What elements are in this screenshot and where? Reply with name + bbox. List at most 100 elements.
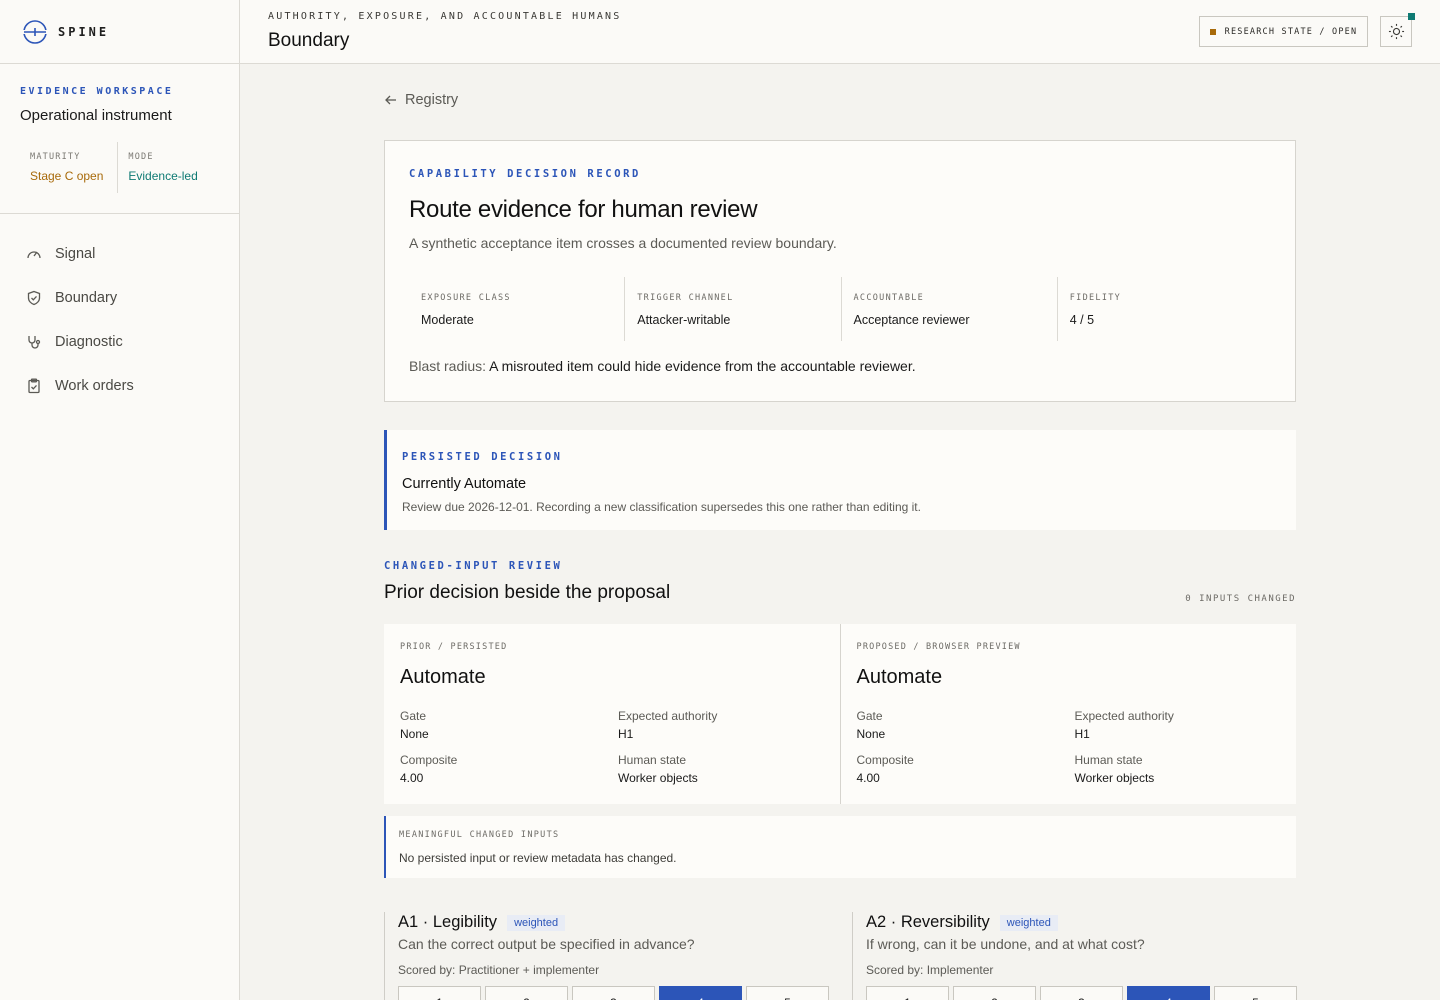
sidebar: SPINE EVIDENCE WORKSPACE Operational ins…	[0, 0, 240, 1000]
back-to-registry-link[interactable]: Registry	[384, 92, 458, 108]
prior-title: Automate	[400, 666, 486, 688]
persisted-title: Currently Automate	[402, 476, 527, 492]
blast-radius: Blast radius: A misrouted item could hid…	[409, 358, 916, 374]
fact-value: Moderate	[421, 313, 474, 327]
fact-value: 4 / 5	[1069, 313, 1095, 327]
notification-dot	[1408, 13, 1415, 20]
record-subtitle: A synthetic acceptance item crosses a do…	[409, 235, 837, 251]
fact-value: Acceptance reviewer	[853, 313, 970, 327]
fact-label: FIDELITY	[1069, 293, 1122, 303]
inputs-changed-count: 0 INPUTS CHANGED	[1185, 594, 1296, 604]
clipboard-check-icon	[28, 378, 40, 394]
state-indicator-icon	[1209, 28, 1216, 35]
blast-radius-text: A misrouted item could hide evidence fro…	[489, 358, 916, 374]
persisted-note: Review due 2026-12-01. Recording a new c…	[402, 500, 921, 514]
criterion-header: A1 · Legibility weighted	[398, 913, 566, 932]
score-option-5[interactable]: 5	[1214, 986, 1297, 1000]
sidebar-item-boundary[interactable]: Boundary	[0, 276, 239, 320]
weighted-badge: weighted	[999, 914, 1058, 931]
weighted-badge: weighted	[507, 914, 566, 931]
sidebar-item-work-orders[interactable]: Work orders	[0, 364, 239, 408]
score-options: 1 2 3 4 5	[398, 986, 829, 1000]
field-label: Expected authority	[1074, 709, 1174, 723]
prior-fields: Gate None Expected authority H1 Composit…	[400, 709, 824, 785]
field-value: 4.00	[400, 771, 424, 785]
sidebar-item-label: Work orders	[55, 378, 134, 394]
theme-toggle-button[interactable]	[1380, 16, 1412, 47]
field-value: H1	[618, 727, 634, 741]
proposed-decision-column: PROPOSED / BROWSER PREVIEW Automate Gate…	[839, 624, 1297, 804]
field-value: None	[400, 727, 429, 741]
score-option-3[interactable]: 3	[1040, 986, 1123, 1000]
sidebar-item-diagnostic[interactable]: Diagnostic	[0, 320, 239, 364]
fact-accountable: ACCOUNTABLE Acceptance reviewer	[840, 277, 1057, 341]
field-label: Gate	[400, 709, 427, 723]
score-option-5[interactable]: 5	[746, 986, 829, 1000]
proposed-human-state: Human state Worker objects	[1075, 753, 1275, 785]
prior-human-state: Human state Worker objects	[618, 753, 818, 785]
criterion-scored-by: Scored by: Implementer	[866, 963, 994, 977]
score-option-4[interactable]: 4	[659, 986, 742, 1000]
sidebar-item-label: Boundary	[55, 290, 118, 306]
field-value: Worker objects	[1074, 771, 1155, 785]
page-title: Boundary	[268, 30, 350, 51]
changed-inputs-text: No persisted input or review metadata ha…	[399, 851, 677, 865]
criterion-scored-by: Scored by: Practitioner + implementer	[398, 963, 600, 977]
score-option-2[interactable]: 2	[953, 986, 1036, 1000]
score-option-1[interactable]: 1	[866, 986, 949, 1000]
sidebar-item-label: Diagnostic	[55, 334, 123, 350]
page-kicker: AUTHORITY, EXPOSURE, AND ACCOUNTABLE HUM…	[268, 11, 622, 22]
field-label: Human state	[618, 753, 687, 767]
proposed-title: Automate	[856, 666, 943, 688]
decision-comparison: PRIOR / PERSISTED Automate Gate None Exp…	[384, 624, 1296, 804]
workspace-panel: EVIDENCE WORKSPACE Operational instrumen…	[0, 64, 239, 214]
prior-authority: Expected authority H1	[618, 709, 818, 741]
proposed-kicker: PROPOSED / BROWSER PREVIEW	[856, 642, 1021, 652]
field-value: H1	[1074, 727, 1090, 741]
field-value: 4.00	[856, 771, 880, 785]
record-facts: EXPOSURE CLASS Moderate TRIGGER CHANNEL …	[409, 277, 1273, 341]
sidebar-item-label: Signal	[55, 246, 96, 262]
review-kicker: CHANGED-INPUT REVIEW	[384, 560, 563, 572]
score-option-3[interactable]: 3	[572, 986, 655, 1000]
field-value: Worker objects	[618, 771, 698, 785]
fact-label: EXPOSURE CLASS	[421, 293, 511, 303]
score-option-1[interactable]: 1	[398, 986, 481, 1000]
score-option-4[interactable]: 4	[1127, 986, 1210, 1000]
research-state-button[interactable]: RESEARCH STATE / OPEN	[1199, 16, 1368, 47]
criterion-question: Can the correct output be specified in a…	[398, 936, 695, 952]
score-option-2[interactable]: 2	[485, 986, 568, 1000]
blast-radius-label: Blast radius:	[409, 358, 487, 374]
fact-trigger-channel: TRIGGER CHANNEL Attacker-writable	[624, 277, 840, 341]
field-label: Expected authority	[618, 709, 718, 723]
workspace-title: Operational instrument	[20, 107, 172, 124]
top-bar: AUTHORITY, EXPOSURE, AND ACCOUNTABLE HUM…	[240, 0, 1440, 64]
brand[interactable]: SPINE	[0, 0, 239, 64]
persisted-kicker: PERSISTED DECISION	[402, 451, 563, 463]
research-state-label: RESEARCH STATE / OPEN	[1224, 26, 1358, 37]
fact-fidelity: FIDELITY 4 / 5	[1056, 277, 1273, 341]
prior-decision-column: PRIOR / PERSISTED Automate Gate None Exp…	[384, 624, 840, 804]
criterion-a1: A1 · Legibility weighted Can the correct…	[384, 900, 829, 1000]
maturity-block: MATURITY Stage C open	[30, 142, 117, 193]
proposed-fields: Gate None Expected authority H1 Composit…	[857, 709, 1281, 785]
field-value: None	[856, 727, 886, 741]
shield-check-icon	[27, 290, 41, 306]
score-options: 1 2 3 4 5	[866, 986, 1297, 1000]
mode-value: Evidence-led	[128, 169, 198, 183]
criterion-divider	[384, 912, 385, 1000]
criterion-a2: A2 · Reversibility weighted If wrong, ca…	[852, 900, 1297, 1000]
stethoscope-icon	[28, 336, 41, 349]
workspace-kicker: EVIDENCE WORKSPACE	[20, 86, 174, 97]
mode-label: MODE	[128, 152, 154, 162]
field-label: Composite	[856, 753, 914, 767]
prior-gate: Gate None	[400, 709, 618, 741]
proposed-composite: Composite 4.00	[857, 753, 1075, 785]
mode-block: MODE Evidence-led	[117, 142, 211, 193]
back-label: Registry	[405, 92, 459, 108]
criterion-title: A1 · Legibility	[398, 913, 498, 931]
maturity-label: MATURITY	[30, 152, 81, 162]
proposed-authority: Expected authority H1	[1075, 709, 1275, 741]
prior-kicker: PRIOR / PERSISTED	[400, 642, 508, 652]
sidebar-item-signal[interactable]: Signal	[0, 232, 239, 276]
